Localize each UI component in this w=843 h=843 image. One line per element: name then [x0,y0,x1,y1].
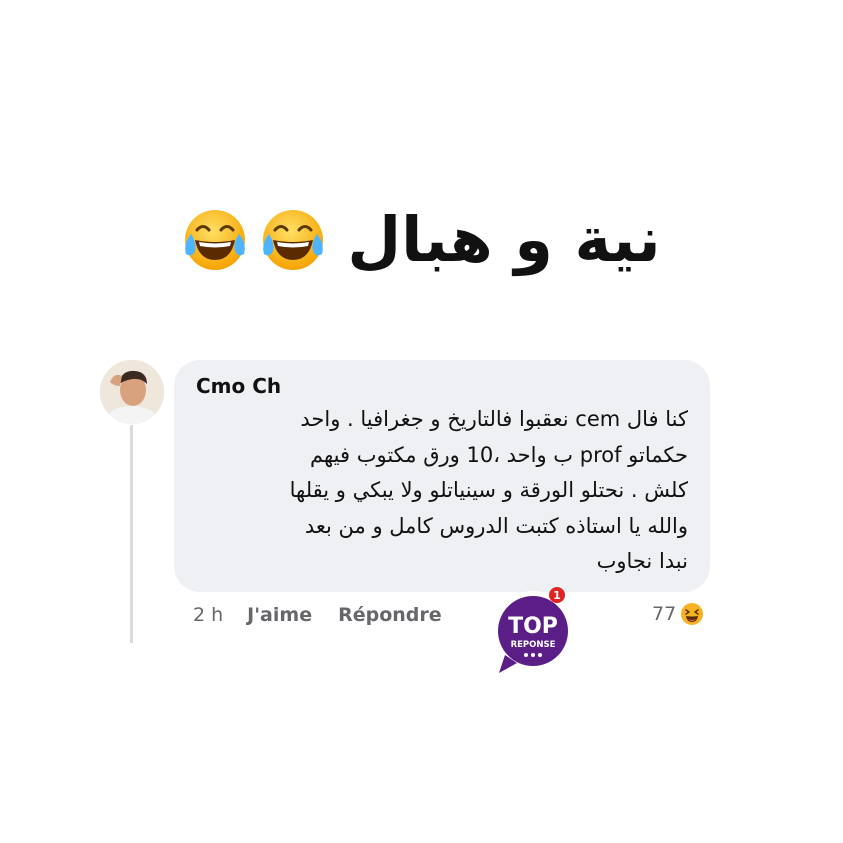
avatar[interactable] [100,360,164,424]
headline-text: نية و هبال [347,203,661,276]
comment-line: كنا فال cem نعقبوا فالتاريخ و جغرافيا . … [300,407,688,431]
comment-line: حكماتو prof ب واحد ،10 ورق مكتوب فيهم [310,442,688,467]
badge-title: TOP [508,614,558,639]
emoji-row [179,204,329,276]
headline: نية و هبال [140,190,700,290]
notification-count: 1 [553,589,561,602]
comment-author[interactable]: Cmo Ch [196,374,688,398]
reaction-count: 77 [652,603,677,625]
comment-timestamp[interactable]: 2 h [193,604,223,626]
face-with-tears-of-joy-icon [263,210,324,270]
user-photo-icon [100,360,164,424]
comment-line: والله يا استاذه كتبت الدروس كامل و من بع… [304,513,688,538]
comment-actions: 2 h J'aime Répondre [193,600,468,630]
top-reponse-badge: TOP REPONSE 1 [493,587,573,673]
badge-subtitle: REPONSE [511,640,556,650]
comment-line: نبدا نجاوب [596,549,688,573]
reply-thread-line [130,425,133,643]
comment-bubble: Cmo Ch كنا فال cem نعقبوا فالتاريخ و جغر… [174,360,710,592]
reply-button[interactable]: Répondre [338,604,442,626]
comment-text: كنا فال cem نعقبوا فالتاريخ و جغرافيا . … [196,402,688,580]
laughing-face-icon [681,603,704,625]
comment-line: كلش . نحتلو الورقة و سينياتلو ولا يبكي و… [289,478,688,502]
reaction-summary[interactable]: 77 [652,599,704,629]
like-button[interactable]: J'aime [247,604,312,626]
face-with-tears-of-joy-icon [185,210,246,270]
